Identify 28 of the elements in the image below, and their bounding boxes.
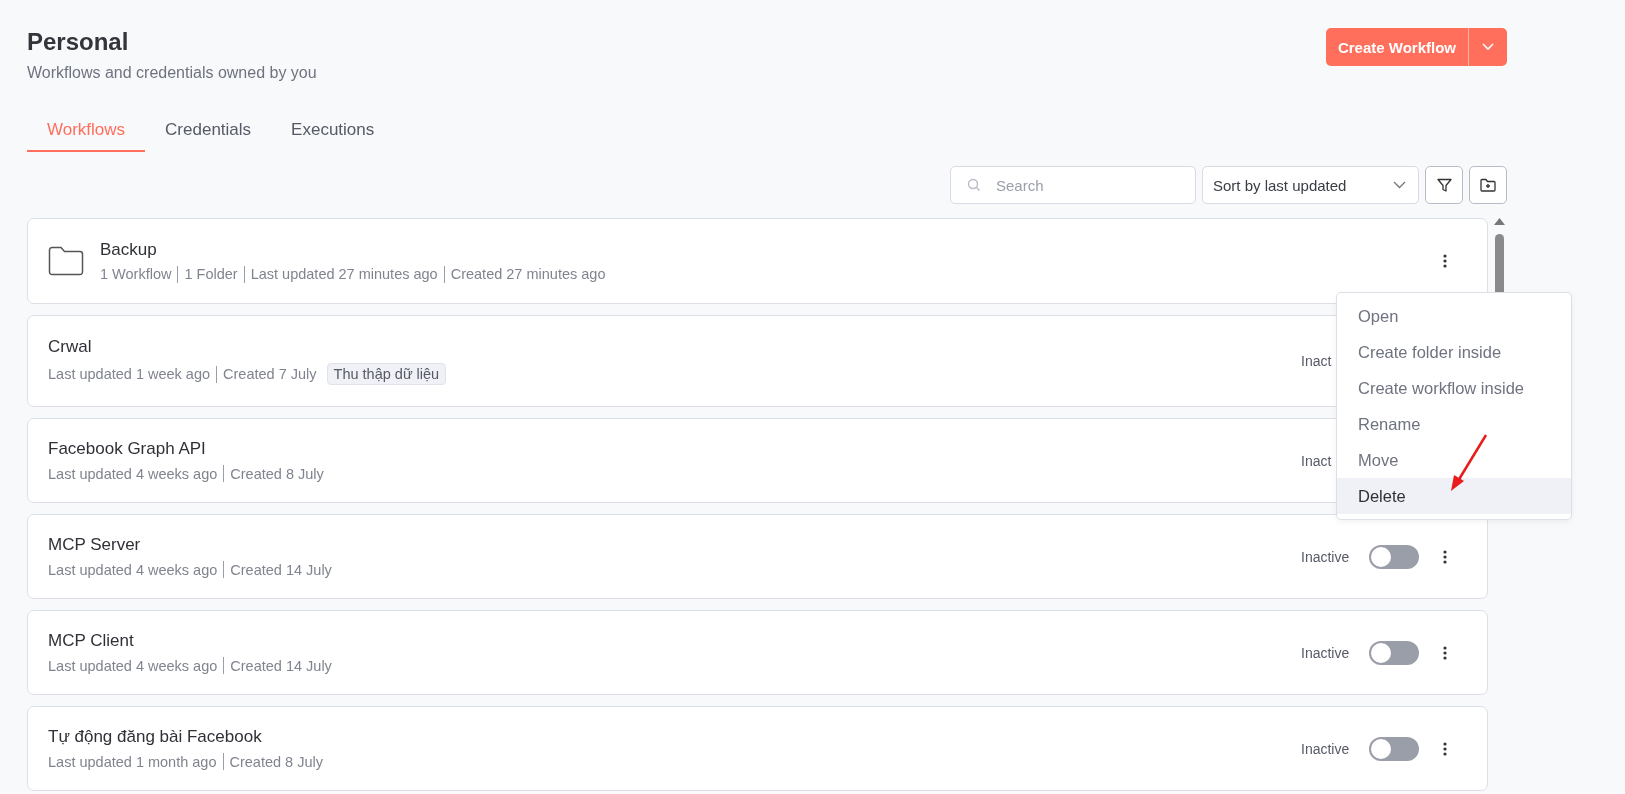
workflow-name: MCP Server xyxy=(48,535,142,555)
meta-text: Last updated 4 weeks ago xyxy=(48,657,218,674)
status-label: Inact xyxy=(1301,353,1333,369)
page-title: Personal xyxy=(27,28,130,56)
workflow-name: Tự động đăng bài Facebook xyxy=(48,727,263,747)
meta-text: 1 Folder xyxy=(184,266,238,282)
meta-text: Created 8 July xyxy=(229,753,323,770)
meta-text: Last updated 4 weeks ago xyxy=(48,465,218,482)
meta-text: Created 8 July xyxy=(230,465,324,482)
status-label: Inactive xyxy=(1301,644,1351,661)
tag: Thu thập dữ liệu xyxy=(326,363,447,385)
workflow-name: Facebook Graph API xyxy=(48,439,207,459)
status-label: Inactive xyxy=(1301,548,1351,565)
meta-text: Created 27 minutes ago xyxy=(450,266,606,282)
meta-text: Last updated 1 week ago xyxy=(48,366,211,382)
workflow-name: MCP Client xyxy=(48,631,135,651)
folder-name: Backup xyxy=(100,239,158,260)
page-subtitle: Workflows and credentials owned by you xyxy=(27,64,317,82)
status-label: Inactive xyxy=(1301,740,1351,757)
meta-text: Last updated 1 month ago xyxy=(48,753,217,770)
meta-text: Last updated 27 minutes ago xyxy=(250,266,438,282)
workflow-name: Crwal xyxy=(48,337,93,357)
meta-text: Created 14 July xyxy=(230,657,332,674)
meta-text: Last updated 4 weeks ago xyxy=(48,561,218,578)
meta-text: Created 14 July xyxy=(230,561,332,578)
meta-text: 1 Workflow xyxy=(100,266,172,282)
meta-text: Created 7 July xyxy=(223,366,317,382)
status-label: Inact xyxy=(1301,452,1333,469)
